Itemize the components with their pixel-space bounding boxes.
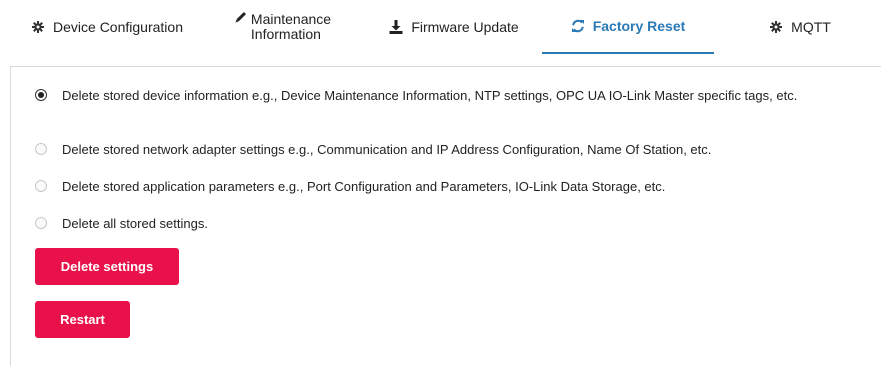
tab-label: Firmware Update <box>411 19 519 35</box>
option-delete-device-information[interactable]: Delete stored device information e.g., D… <box>35 87 877 105</box>
gear-icon <box>31 20 45 34</box>
tab-mqtt[interactable]: MQTT <box>750 0 850 54</box>
tab-factory-reset[interactable]: Factory Reset <box>542 0 714 54</box>
option-delete-application-parameters[interactable]: Delete stored application parameters e.g… <box>35 178 877 196</box>
option-delete-all-settings[interactable]: Delete all stored settings. <box>35 215 877 233</box>
radio-button[interactable] <box>35 143 47 155</box>
option-label: Delete stored network adapter settings e… <box>62 142 712 157</box>
tab-label-line2: Information <box>250 26 321 42</box>
option-label: Delete all stored settings. <box>62 216 208 231</box>
tab-maintenance-information[interactable]: Maintenance Information <box>224 0 340 54</box>
option-delete-network-adapter-settings[interactable]: Delete stored network adapter settings e… <box>35 141 877 159</box>
factory-reset-panel: Delete stored device information e.g., D… <box>10 66 881 366</box>
gear-icon <box>769 20 783 34</box>
tab-label: Factory Reset <box>592 18 686 34</box>
tab-device-configuration[interactable]: Device Configuration <box>22 0 192 54</box>
restart-button[interactable]: Restart <box>35 301 130 338</box>
tab-label: MQTT <box>791 19 831 35</box>
tab-firmware-update[interactable]: Firmware Update <box>378 0 530 54</box>
tab-label: Device Configuration <box>53 19 183 35</box>
delete-settings-button[interactable]: Delete settings <box>35 248 179 285</box>
radio-button[interactable] <box>35 180 47 192</box>
option-label: Delete stored device information e.g., D… <box>62 88 798 103</box>
radio-button[interactable] <box>35 217 47 229</box>
pencil-icon <box>233 11 247 25</box>
refresh-icon <box>571 19 585 33</box>
tab-label-line1: Maintenance <box>250 11 332 27</box>
download-icon <box>389 20 403 34</box>
radio-button-selected[interactable] <box>35 89 47 101</box>
option-label: Delete stored application parameters e.g… <box>62 179 666 194</box>
tab-bar: Device Configuration Maintenance Informa… <box>0 0 881 56</box>
